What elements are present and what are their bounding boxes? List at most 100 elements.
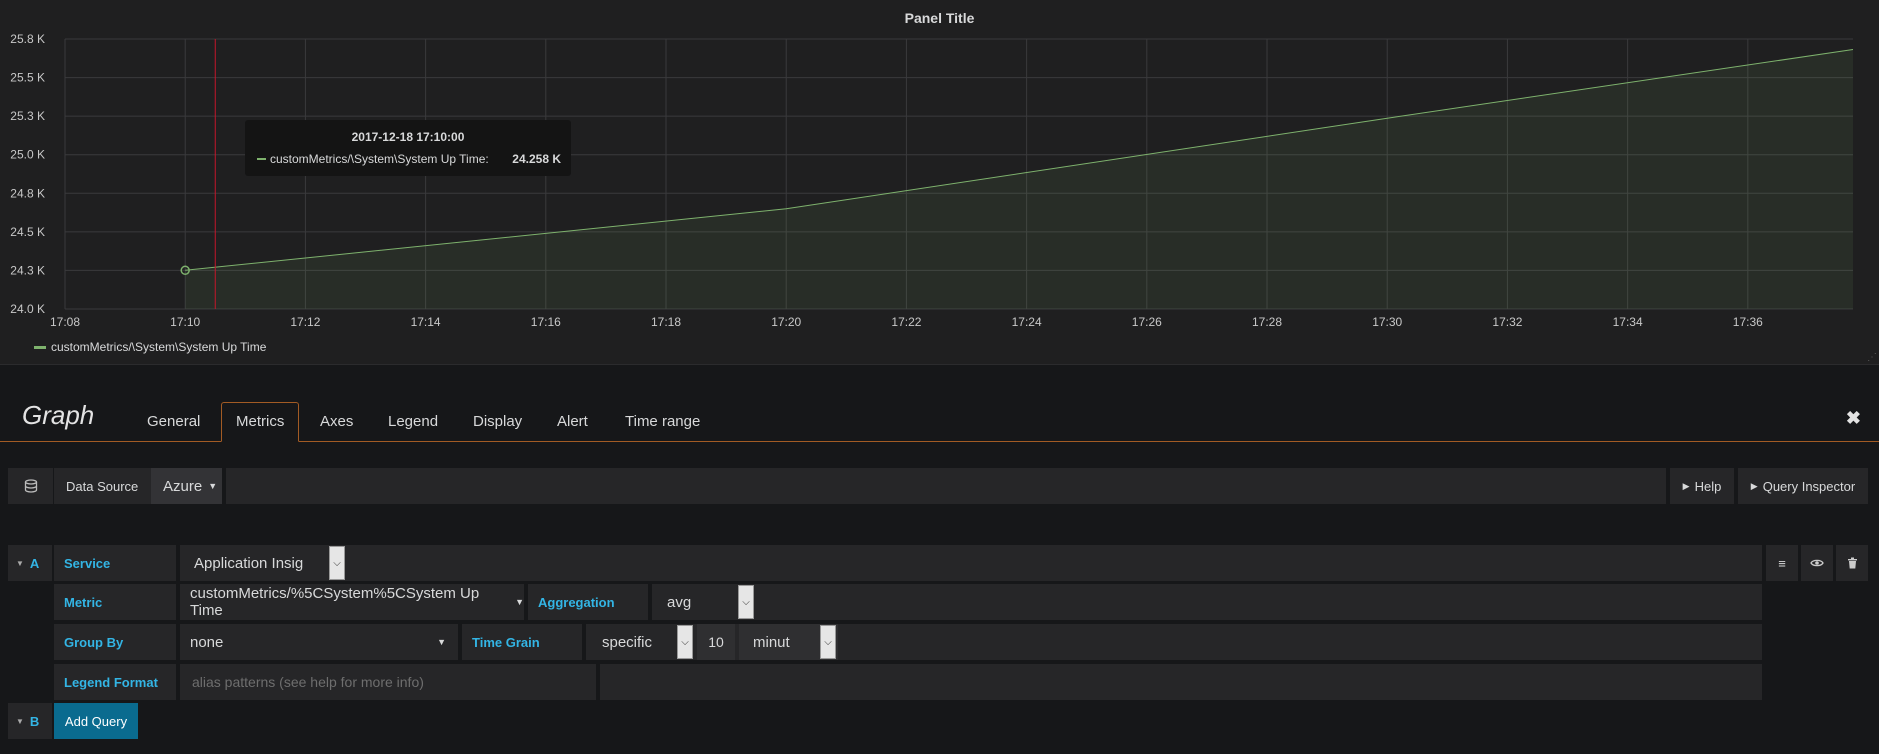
tab-display[interactable]: Display [473,413,522,430]
tab-alert[interactable]: Alert [557,413,588,430]
tab-time-range[interactable]: Time range [625,413,700,430]
timegrain-unit-arrow[interactable]: ⌵ [820,625,836,659]
service-label-box: Service [54,545,176,581]
x-tick-label: 17:18 [651,315,681,329]
tab-axes[interactable]: Axes [320,413,353,430]
legend-format-input[interactable]: alias patterns (see help for more info) [180,664,596,700]
aggregation-select-arrow[interactable]: ⌵ [738,585,754,619]
y-tick-label: 24.3 K [10,263,45,277]
x-tick-label: 17:28 [1252,315,1282,329]
timegrain-mode-arrow[interactable]: ⌵ [677,625,693,659]
help-label: Help [1694,478,1722,494]
chevron-down-icon: ▼ [515,597,524,607]
query-a-toggle[interactable]: ▼ A [8,545,52,581]
tooltip-value: 24.258 K [512,152,561,166]
timegrain-mode[interactable]: specific [586,634,652,651]
y-tick-label: 24.5 K [10,225,45,239]
legend-format-filler [600,664,1762,700]
database-icon [8,468,53,504]
series-area [185,49,1854,309]
panel-resize-handle[interactable]: ⋰ [1867,352,1877,363]
tooltip-row: customMetrics/\System\System Up Time: 24… [257,152,561,166]
groupby-select[interactable]: none ▼ [180,624,458,660]
editor-title: Graph [22,400,95,430]
y-tick-label: 25.3 K [10,109,45,123]
editor-header: Graph General Metrics Axes Legend Displa… [0,400,1879,442]
x-tick-label: 17:24 [1012,315,1042,329]
tooltip-series-name: customMetrics/\System\System Up Time: [270,152,489,166]
metric-select[interactable]: customMetrics/%5CSystem%5CSystem Up Time… [180,584,524,620]
legend-series-label[interactable]: customMetrics/\System\System Up Time [51,340,266,354]
query-b-toggle[interactable]: ▼ B [8,703,52,739]
datasource-label: Data Source [54,468,159,504]
aggregation-value[interactable]: avg [652,594,691,611]
chevron-down-icon: ▼ [208,481,218,491]
timegrain-unit: minut [753,633,790,651]
graph-panel: Panel Title 24.0 K 24.3 K 24.5 K 24.8 K 25.0… [0,0,1879,365]
caret-right-icon: ▶ [1682,480,1690,491]
x-tick-label: 17:12 [290,315,320,329]
metric-value: customMetrics/%5CSystem%5CSystem Up Time [190,585,480,619]
metric-label: Metric [64,594,103,610]
metric-label-box: Metric [54,584,176,620]
graph-chart[interactable]: 24.0 K 24.3 K 24.5 K 24.8 K 25.0 K 25.3 K 25.5… [0,0,1879,364]
eye-icon[interactable] [1801,545,1833,581]
groupby-label-box: Group By [54,624,176,660]
y-tick-label: 25.5 K [10,71,45,85]
x-tick-label: 17:22 [891,315,921,329]
x-tick-label: 17:16 [531,315,561,329]
y-tick-label: 25.0 K [10,148,45,162]
y-tick-label: 24.8 K [10,186,45,200]
tab-general[interactable]: General [147,413,200,430]
x-tick-label: 17:14 [411,315,441,329]
aggregation-row: avg [652,584,1762,620]
timegrain-label-box: Time Grain [462,624,582,660]
query-inspector-button[interactable]: ▶ Query Inspector [1738,468,1868,504]
x-tick-label: 17:10 [170,315,200,329]
groupby-label: Group By [64,634,124,650]
service-select-arrow[interactable]: ⌵ [329,546,345,580]
tab-legend[interactable]: Legend [388,413,438,430]
legend-format-placeholder: alias patterns (see help for more info) [192,674,424,690]
y-tick-label: 25.8 K [10,32,45,46]
caret-down-icon: ▼ [16,716,24,726]
query-inspector-label: Query Inspector [1762,478,1856,494]
help-button[interactable]: ▶ Help [1670,468,1734,504]
x-tick-label: 17:32 [1492,315,1522,329]
groupby-value: none [190,633,224,651]
y-tick-label: 24.0 K [10,302,45,316]
legend-format-label-box: Legend Format [54,664,176,700]
timegrain-number: 10 [708,634,724,650]
legend-format-label: Legend Format [64,674,158,690]
timegrain-number-input[interactable]: 10 [697,624,735,660]
x-tick-label: 17:20 [771,315,801,329]
datasource-value: Azure [163,477,203,495]
close-icon[interactable]: ✖ [1846,408,1861,429]
tooltip-series-swatch [257,158,266,160]
tooltip-time: 2017-12-18 17:10:00 [351,130,465,144]
datasource-filler [226,468,1666,504]
legend-series-swatch[interactable] [34,345,46,349]
aggregation-label: Aggregation [538,594,615,610]
datasource-select[interactable]: Azure ▼ [151,468,222,504]
service-label: Service [64,555,111,571]
service-value[interactable]: Application Insig [180,555,303,572]
caret-right-icon: ▶ [1750,480,1758,491]
x-tick-label: 17:36 [1733,315,1763,329]
trash-icon[interactable] [1836,545,1868,581]
graph-legend[interactable]: customMetrics/\System\System Up Time [34,340,266,354]
graph-tooltip: 2017-12-18 17:10:00 customMetrics/\Syste… [245,120,571,176]
aggregation-label-box: Aggregation [528,584,648,620]
menu-icon[interactable]: ≡ [1766,545,1798,581]
query-a-ref: A [29,555,40,571]
query-b-ref: B [29,713,40,729]
tab-metrics[interactable]: Metrics [221,402,300,442]
x-tick-label: 17:34 [1613,315,1643,329]
x-tick-label: 17:30 [1372,315,1402,329]
caret-down-icon: ▼ [16,558,24,568]
chevron-down-icon: ▼ [437,637,446,647]
timegrain-label: Time Grain [472,634,540,650]
add-query-button[interactable]: Add Query [54,703,138,739]
service-row: Application Insig [180,545,1762,581]
x-tick-label: 17:26 [1132,315,1162,329]
